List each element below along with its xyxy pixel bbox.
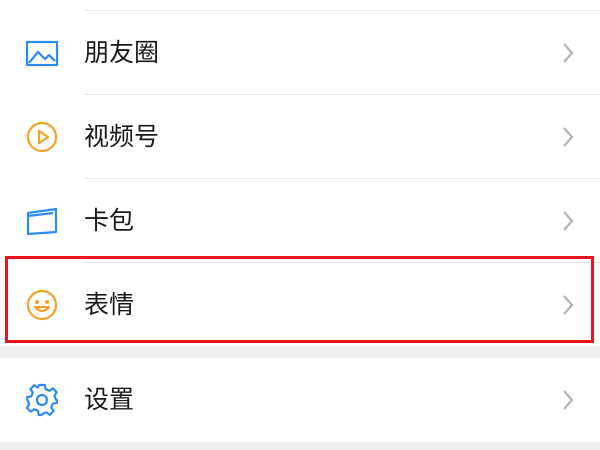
chevron-right-icon bbox=[560, 388, 576, 412]
menu-group-settings: 设置 bbox=[0, 358, 600, 442]
me-menu-screen: 朋友圈 视频号 卡包 表情 设置 bbox=[0, 0, 600, 450]
cards-icon bbox=[24, 203, 60, 239]
menu-item-moments[interactable]: 朋友圈 bbox=[0, 11, 600, 95]
menu-item-channels[interactable]: 视频号 bbox=[0, 95, 600, 179]
menu-item-cards[interactable]: 卡包 bbox=[0, 179, 600, 263]
menu-item-label: 卡包 bbox=[84, 206, 135, 235]
menu-item-label: 朋友圈 bbox=[84, 38, 160, 67]
moments-icon bbox=[24, 36, 60, 72]
chevron-right-icon bbox=[560, 41, 576, 65]
settings-icon bbox=[24, 382, 60, 418]
highlight-box bbox=[5, 256, 594, 343]
menu-item-label: 视频号 bbox=[84, 122, 160, 151]
channels-icon bbox=[24, 119, 60, 155]
menu-item-settings[interactable]: 设置 bbox=[0, 358, 600, 442]
menu-item-label: 设置 bbox=[84, 385, 135, 414]
chevron-right-icon bbox=[560, 209, 576, 233]
chevron-right-icon bbox=[560, 125, 576, 149]
